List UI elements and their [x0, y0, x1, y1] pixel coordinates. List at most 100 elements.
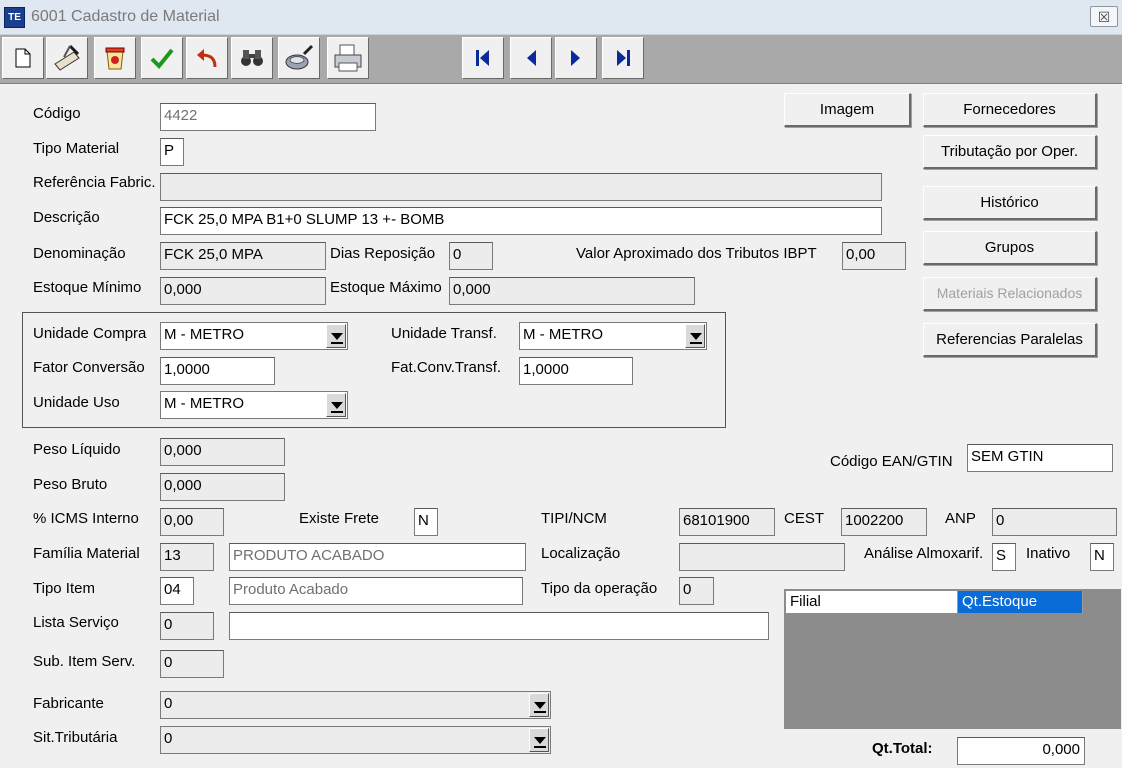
inativo-label: Inativo — [1026, 545, 1071, 562]
peso-bruto-field[interactable]: 0,000 — [160, 473, 285, 501]
descricao-field[interactable]: FCK 25,0 MPA B1+0 SLUMP 13 +- BOMB — [160, 207, 882, 235]
tributacao-button[interactable]: Tributação por Oper. — [923, 135, 1097, 169]
chevron-down-icon[interactable] — [326, 324, 346, 348]
tipo-operacao-label: Tipo da operação — [541, 580, 658, 597]
print-icon[interactable] — [327, 37, 369, 79]
fator-conversao-field[interactable]: 1,0000 — [160, 357, 275, 385]
close-icon[interactable]: ☒ — [1090, 6, 1118, 27]
prev-record-icon[interactable] — [510, 37, 552, 79]
new-doc-icon[interactable] — [2, 37, 44, 79]
lista-servico-desc-field[interactable] — [229, 612, 769, 640]
toolbar — [0, 35, 1122, 84]
unidade-uso-select[interactable]: M - METRO — [160, 391, 348, 419]
undo-icon[interactable] — [186, 37, 228, 79]
edit-pen-icon[interactable] — [46, 37, 88, 79]
familia-code-field[interactable]: 13 — [160, 543, 214, 571]
delete-icon[interactable] — [94, 37, 136, 79]
chevron-down-icon[interactable] — [326, 393, 346, 417]
referencias-paralelas-button[interactable]: Referencias Paralelas — [923, 323, 1097, 357]
estoque-minimo-label: Estoque Mínimo — [33, 279, 142, 296]
sit-tributaria-label: Sit.Tributária — [33, 729, 118, 746]
confirm-check-icon[interactable] — [141, 37, 183, 79]
fabricante-select[interactable]: 0 — [160, 691, 551, 719]
denominacao-label: Denominação — [33, 245, 126, 262]
unidade-compra-value: M - METRO — [164, 326, 244, 343]
tipo-item-label: Tipo Item — [33, 580, 95, 597]
cest-label: CEST — [784, 510, 825, 527]
peso-bruto-label: Peso Bruto — [33, 476, 108, 493]
codigo-field[interactable]: 4422 — [160, 103, 376, 131]
existe-frete-field[interactable]: N — [414, 508, 438, 536]
icms-label: % ICMS Interno — [33, 510, 139, 527]
sit-tributaria-select[interactable]: 0 — [160, 726, 551, 754]
unidade-uso-value: M - METRO — [164, 395, 244, 412]
unidade-compra-select[interactable]: M - METRO — [160, 322, 348, 350]
tipi-ncm-label: TIPI/NCM — [541, 510, 607, 527]
localizacao-label: Localização — [541, 545, 621, 562]
dias-reposicao-field[interactable]: 0 — [449, 242, 493, 270]
grid-header-filial[interactable]: Filial — [786, 591, 958, 613]
qt-total-field: 0,000 — [957, 737, 1085, 765]
unidade-transf-label: Unidade Transf. — [391, 325, 497, 342]
analise-field[interactable]: S — [992, 543, 1016, 571]
icms-field[interactable]: 0,00 — [160, 508, 224, 536]
stock-grid[interactable]: Filial Qt.Estoque — [784, 589, 1121, 729]
unidade-transf-value: M - METRO — [523, 326, 603, 343]
tipo-material-field[interactable]: P — [160, 138, 184, 166]
first-record-icon[interactable] — [462, 37, 504, 79]
fabricante-value: 0 — [164, 695, 173, 712]
familia-desc-field[interactable]: PRODUTO ACABADO — [229, 543, 526, 571]
tipo-operacao-field[interactable]: 0 — [679, 577, 714, 605]
estoque-maximo-label: Estoque Máximo — [330, 279, 442, 296]
codigo-ean-field[interactable]: SEM GTIN — [967, 444, 1113, 472]
fat-conv-transf-label: Fat.Conv.Transf. — [391, 359, 502, 376]
ibpt-label: Valor Aproximado dos Tributos IBPT — [576, 245, 817, 262]
grid-header-qt-estoque[interactable]: Qt.Estoque — [958, 591, 1083, 613]
lista-servico-label: Lista Serviço — [33, 614, 119, 631]
imagem-button[interactable]: Imagem — [784, 93, 911, 127]
sub-item-label: Sub. Item Serv. — [33, 653, 136, 670]
fornecedores-button[interactable]: Fornecedores — [923, 93, 1097, 127]
chevron-down-icon[interactable] — [529, 728, 549, 752]
ibpt-field[interactable]: 0,00 — [842, 242, 906, 270]
inativo-field[interactable]: N — [1090, 543, 1114, 571]
existe-frete-label: Existe Frete — [299, 510, 380, 527]
fat-conv-transf-field[interactable]: 1,0000 — [519, 357, 633, 385]
tipi-ncm-field[interactable]: 68101900 — [679, 508, 775, 536]
fator-conversao-label: Fator Conversão — [33, 359, 145, 376]
estoque-minimo-field[interactable]: 0,000 — [160, 277, 326, 305]
codigo-label: Código — [33, 105, 81, 122]
historico-button[interactable]: Histórico — [923, 186, 1097, 220]
last-record-icon[interactable] — [602, 37, 644, 79]
title-bar: TE 6001 Cadastro de Material ☒ — [0, 0, 1122, 35]
tipo-item-code-field[interactable]: 04 — [160, 577, 194, 605]
fabricante-label: Fabricante — [33, 695, 104, 712]
unidade-compra-label: Unidade Compra — [33, 325, 147, 342]
unidade-transf-select[interactable]: M - METRO — [519, 322, 707, 350]
referencia-label: Referência Fabric. — [33, 174, 156, 191]
materiais-relacionados-button[interactable]: Materiais Relacionados — [923, 277, 1097, 311]
cest-field[interactable]: 1002200 — [841, 508, 927, 536]
analise-label: Análise Almoxarif. — [864, 545, 984, 562]
lista-servico-code-field[interactable]: 0 — [160, 612, 214, 640]
peso-liquido-field[interactable]: 0,000 — [160, 438, 285, 466]
localizacao-field[interactable] — [679, 543, 845, 571]
denominacao-field[interactable]: FCK 25,0 MPA — [160, 242, 326, 270]
peso-liquido-label: Peso Líquido — [33, 441, 121, 458]
search-binoculars-icon[interactable] — [231, 37, 273, 79]
estoque-maximo-field[interactable]: 0,000 — [449, 277, 695, 305]
tipo-item-desc-field[interactable]: Produto Acabado — [229, 577, 523, 605]
sub-item-field[interactable]: 0 — [160, 650, 224, 678]
referencia-field[interactable] — [160, 173, 882, 201]
anp-field[interactable]: 0 — [992, 508, 1117, 536]
window-title: 6001 Cadastro de Material — [31, 8, 220, 25]
familia-label: Família Material — [33, 545, 140, 562]
next-record-icon[interactable] — [555, 37, 597, 79]
filter-icon[interactable] — [278, 37, 320, 79]
anp-label: ANP — [945, 510, 976, 527]
chevron-down-icon[interactable] — [685, 324, 705, 348]
chevron-down-icon[interactable] — [529, 693, 549, 717]
grupos-button[interactable]: Grupos — [923, 231, 1097, 265]
app-icon: TE — [4, 7, 25, 28]
qt-total-label: Qt.Total: — [872, 740, 933, 757]
